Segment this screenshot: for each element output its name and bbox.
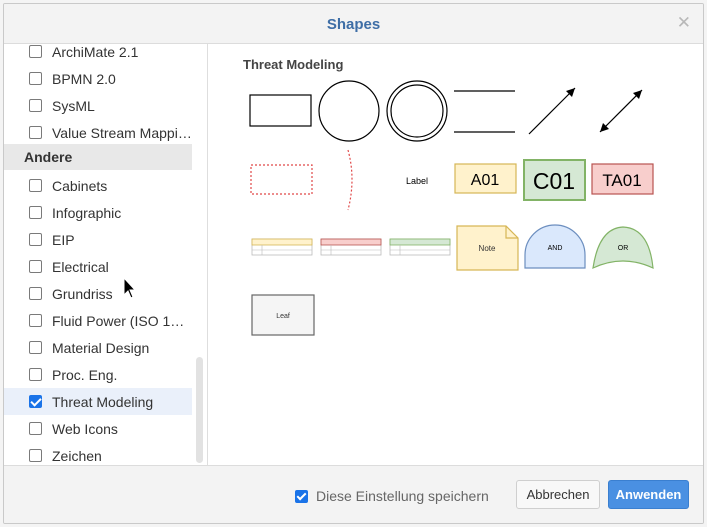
shape-table-yellow[interactable] (251, 238, 313, 256)
dialog-titlebar: Shapes ✕ (4, 4, 703, 44)
shape-double-circle[interactable] (386, 80, 448, 142)
library-item-label: SysML (52, 97, 95, 114)
checkbox[interactable] (29, 72, 42, 85)
checkbox[interactable] (29, 99, 42, 112)
library-list: ArchiMate 2.1 BPMN 2.0 SysML Value Strea… (4, 44, 208, 465)
shape-trust-boundary-curve[interactable] (347, 149, 353, 211)
shape-rectangle[interactable] (249, 94, 312, 127)
checkbox[interactable] (29, 260, 42, 273)
shape-leaf[interactable]: Leaf (251, 294, 315, 336)
checkbox[interactable] (29, 422, 42, 435)
library-item-label: Web Icons (52, 420, 118, 437)
library-item-bpmn[interactable]: BPMN 2.0 (4, 65, 192, 92)
checkbox[interactable] (29, 341, 42, 354)
shape-or-label: OR (618, 245, 629, 252)
shape-c01[interactable]: C01 (523, 159, 586, 201)
library-item-zeichen[interactable]: Zeichen (4, 442, 192, 465)
checkbox[interactable] (29, 206, 42, 219)
shape-bidirectional-arrow[interactable] (599, 89, 643, 133)
library-item-cabinets[interactable]: Cabinets (4, 172, 192, 199)
library-item-label: Grundriss (52, 285, 113, 302)
checkbox[interactable] (29, 368, 42, 381)
library-item-label: Fluid Power (ISO 12… (52, 312, 192, 329)
library-item-sysml[interactable]: SysML (4, 92, 192, 119)
shape-leaf-label: Leaf (276, 313, 290, 320)
shape-circle[interactable] (318, 80, 380, 142)
shape-ta01[interactable]: TA01 (591, 163, 654, 195)
shapes-preview: Threat Modeling Label A01 C01 TA01 Note … (209, 44, 703, 465)
library-item-label: Value Stream Mapping (52, 124, 192, 141)
checkbox[interactable] (29, 233, 42, 246)
library-item-label: Cabinets (52, 177, 108, 194)
library-item-infographic[interactable]: Infographic (4, 199, 192, 226)
checkbox-checked[interactable] (29, 395, 42, 408)
checkbox[interactable] (29, 287, 42, 300)
checkbox[interactable] (29, 314, 42, 327)
shape-arrow[interactable] (528, 87, 576, 135)
shape-table-red[interactable] (320, 238, 382, 256)
shape-label[interactable]: Label (406, 176, 428, 186)
library-item-label: Threat Modeling (52, 393, 154, 410)
mouse-cursor-icon (123, 277, 137, 299)
library-item-fluid-power[interactable]: Fluid Power (ISO 12… (4, 307, 192, 334)
shape-a01[interactable]: A01 (454, 163, 517, 194)
shape-trust-boundary[interactable] (250, 164, 313, 195)
shape-and-label: AND (548, 245, 563, 252)
library-item-label: Electrical (52, 258, 109, 275)
checkbox[interactable] (29, 449, 42, 462)
library-item-material-design[interactable]: Material Design (4, 334, 192, 361)
library-item-label: Proc. Eng. (52, 366, 118, 383)
sidebar-scrollbar[interactable] (196, 357, 203, 463)
library-item-proc-eng[interactable]: Proc. Eng. (4, 361, 192, 388)
checkbox[interactable] (29, 126, 42, 139)
group-header-andere: Andere (4, 144, 192, 170)
library-item-label: ArchiMate 2.1 (52, 44, 139, 60)
checkbox-checked[interactable] (295, 489, 308, 503)
shapes-dialog: Shapes ✕ ArchiMate 2.1 BPMN 2.0 SysML Va… (3, 3, 704, 524)
library-item-threat-modeling[interactable]: Threat Modeling (4, 388, 192, 415)
library-item-label: Zeichen (52, 447, 102, 464)
remember-setting-label: Diese Einstellung speichern (316, 488, 489, 504)
shape-or-gate[interactable]: OR (592, 226, 654, 270)
shape-ta01-label: TA01 (602, 171, 641, 190)
checkbox[interactable] (29, 45, 42, 58)
shape-datastore-lines[interactable] (454, 90, 515, 133)
cancel-button[interactable]: Abbrechen (516, 480, 600, 509)
shape-c01-label: C01 (533, 168, 575, 194)
shape-table-green[interactable] (389, 238, 451, 256)
close-icon[interactable]: ✕ (677, 13, 691, 33)
library-item-web-icons[interactable]: Web Icons (4, 415, 192, 442)
dialog-footer: Diese Einstellung speichern Abbrechen An… (4, 465, 703, 523)
dialog-title: Shapes (326, 16, 381, 33)
library-item-eip[interactable]: EIP (4, 226, 192, 253)
apply-button[interactable]: Anwenden (608, 480, 689, 509)
library-item-label: Infographic (52, 204, 122, 221)
library-item-archimate[interactable]: ArchiMate 2.1 (4, 44, 192, 65)
shape-and-gate[interactable]: AND (524, 224, 586, 269)
library-item-grundriss[interactable]: Grundriss (4, 280, 192, 307)
shape-note[interactable]: Note (456, 225, 519, 271)
shape-a01-label: A01 (471, 172, 500, 189)
library-item-label: Material Design (52, 339, 150, 356)
library-item-electrical[interactable]: Electrical (4, 253, 192, 280)
library-item-label: EIP (52, 231, 75, 248)
remember-setting-checkbox[interactable]: Diese Einstellung speichern (295, 488, 489, 504)
shape-note-label: Note (479, 244, 496, 253)
library-item-label: BPMN 2.0 (52, 70, 116, 87)
shape-palette: Label A01 C01 TA01 Note AND OR Leaf (249, 80, 654, 336)
checkbox[interactable] (29, 179, 42, 192)
library-item-value-stream[interactable]: Value Stream Mapping (4, 119, 192, 146)
